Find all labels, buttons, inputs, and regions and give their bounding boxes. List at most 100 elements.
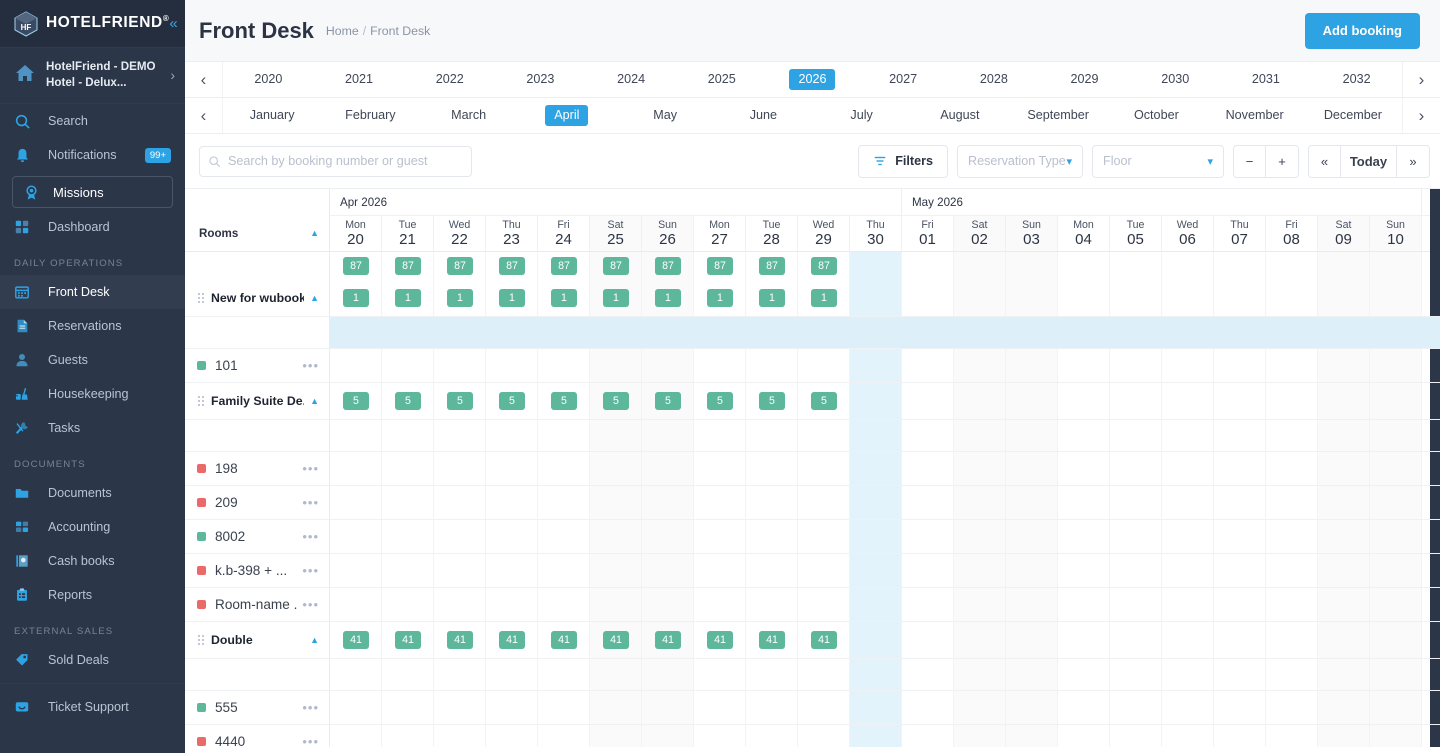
ellipsis-icon[interactable]: ••• <box>298 598 319 611</box>
sidebar-item-accounting[interactable]: Accounting <box>0 510 185 544</box>
availability-badge[interactable]: 87 <box>447 257 473 275</box>
timeline-cell[interactable]: 87 <box>694 257 746 275</box>
availability-badge[interactable]: 87 <box>343 257 369 275</box>
timeline-cell[interactable]: 1 <box>538 289 590 307</box>
room-row[interactable]: k.b-398 + ... ••• <box>185 554 329 588</box>
month-cell-september[interactable]: September <box>1009 98 1107 133</box>
day-header-cell[interactable]: Tue 21 <box>382 216 434 251</box>
availability-badge[interactable]: 41 <box>759 631 785 649</box>
month-prev-icon[interactable]: ‹ <box>185 98 223 133</box>
sidebar-item-front-desk[interactable]: Front Desk <box>0 275 185 309</box>
availability-badge[interactable]: 41 <box>395 631 421 649</box>
today-button[interactable]: Today <box>1341 145 1397 177</box>
room-row[interactable]: 101 ••• <box>185 349 329 383</box>
timeline-cell[interactable]: 41 <box>538 631 590 649</box>
timeline-cell[interactable]: 5 <box>330 392 382 410</box>
timeline-cell[interactable]: 1 <box>330 289 382 307</box>
timeline-cell[interactable]: 5 <box>382 392 434 410</box>
timeline-cell[interactable]: 1 <box>382 289 434 307</box>
year-cell-2025[interactable]: 2025 <box>676 62 767 97</box>
drag-handle-icon[interactable] <box>197 292 206 304</box>
timeline-cell[interactable]: 1 <box>642 289 694 307</box>
drag-handle-icon[interactable] <box>197 395 206 407</box>
day-header-cell[interactable]: Mon 04 <box>1058 216 1110 251</box>
availability-badge[interactable]: 5 <box>343 392 369 410</box>
day-header-cell[interactable]: Fri 01 <box>902 216 954 251</box>
room-row[interactable]: 198 ••• <box>185 452 329 486</box>
sidebar-logo[interactable]: HF HOTELFRIEND® « <box>0 0 185 47</box>
availability-badge[interactable]: 5 <box>447 392 473 410</box>
availability-badge[interactable]: 5 <box>811 392 837 410</box>
day-header-cell[interactable]: Sat 09 <box>1318 216 1370 251</box>
day-header-cell[interactable]: Fri 24 <box>538 216 590 251</box>
availability-badge[interactable]: 5 <box>499 392 525 410</box>
ellipsis-icon[interactable]: ••• <box>298 496 319 509</box>
sidebar-item-dashboard[interactable]: Dashboard <box>0 210 185 244</box>
availability-badge[interactable]: 41 <box>655 631 681 649</box>
year-cell-2020[interactable]: 2020 <box>223 62 314 97</box>
ellipsis-icon[interactable]: ••• <box>298 530 319 543</box>
availability-badge[interactable]: 41 <box>447 631 473 649</box>
sidebar-item-guests[interactable]: Guests <box>0 343 185 377</box>
timeline-cell[interactable]: 41 <box>746 631 798 649</box>
timeline-cell[interactable]: 41 <box>642 631 694 649</box>
year-cell-2028[interactable]: 2028 <box>949 62 1040 97</box>
ellipsis-icon[interactable]: ••• <box>298 735 319 748</box>
timeline-cell[interactable]: 5 <box>694 392 746 410</box>
availability-badge[interactable]: 1 <box>759 289 785 307</box>
timeline-cell[interactable]: 87 <box>746 257 798 275</box>
nav-next-button[interactable]: » <box>1397 145 1429 177</box>
year-cell-2024[interactable]: 2024 <box>586 62 677 97</box>
month-cell-january[interactable]: January <box>223 98 321 133</box>
timeline-cell[interactable]: 5 <box>642 392 694 410</box>
availability-badge[interactable]: 1 <box>395 289 421 307</box>
availability-badge[interactable]: 41 <box>603 631 629 649</box>
availability-badge[interactable]: 87 <box>395 257 421 275</box>
availability-badge[interactable]: 41 <box>551 631 577 649</box>
availability-badge[interactable]: 87 <box>759 257 785 275</box>
add-booking-button[interactable]: Add booking <box>1304 12 1420 49</box>
breadcrumb-home[interactable]: Home <box>326 24 359 38</box>
availability-badge[interactable]: 87 <box>811 257 837 275</box>
timeline-cell[interactable]: 87 <box>590 257 642 275</box>
ellipsis-icon[interactable]: ••• <box>298 462 319 475</box>
day-header-cell[interactable]: Thu 07 <box>1214 216 1266 251</box>
timeline-cell[interactable]: 41 <box>590 631 642 649</box>
availability-badge[interactable]: 87 <box>499 257 525 275</box>
day-header-cell[interactable]: Sat 25 <box>590 216 642 251</box>
sidebar-item-documents[interactable]: Documents <box>0 476 185 510</box>
day-header-cell[interactable]: Wed 22 <box>434 216 486 251</box>
room-row[interactable]: 8002 ••• <box>185 520 329 554</box>
availability-badge[interactable]: 87 <box>707 257 733 275</box>
room-row[interactable]: 555 ••• <box>185 691 329 725</box>
sidebar-item-reports[interactable]: Reports <box>0 578 185 612</box>
availability-badge[interactable]: 1 <box>811 289 837 307</box>
sidebar-item-sold-deals[interactable]: Sold Deals <box>0 643 185 677</box>
year-cell-2026[interactable]: 2026 <box>767 62 858 97</box>
floor-select[interactable]: Floor ▾ <box>1092 144 1224 178</box>
timeline-cell[interactable]: 5 <box>798 392 850 410</box>
caret-up-icon[interactable]: ▲ <box>304 635 319 645</box>
sidebar-item-reservations[interactable]: Reservations <box>0 309 185 343</box>
year-cell-2030[interactable]: 2030 <box>1130 62 1221 97</box>
timeline-cell[interactable]: 41 <box>382 631 434 649</box>
room-row[interactable]: 4440 ••• <box>185 725 329 747</box>
timeline-cell[interactable]: 5 <box>590 392 642 410</box>
availability-badge[interactable]: 5 <box>395 392 421 410</box>
availability-badge[interactable]: 1 <box>447 289 473 307</box>
room-row[interactable]: Room-name ... ••• <box>185 588 329 622</box>
room-row[interactable]: 209 ••• <box>185 486 329 520</box>
search-box[interactable] <box>199 145 472 177</box>
timeline-cell[interactable]: 1 <box>694 289 746 307</box>
timeline-cell[interactable]: 41 <box>694 631 746 649</box>
reservation-type-select[interactable]: Reservation Type ▾ <box>957 144 1083 178</box>
timeline-cell[interactable]: 41 <box>434 631 486 649</box>
search-input[interactable] <box>228 154 463 168</box>
year-cell-2032[interactable]: 2032 <box>1311 62 1402 97</box>
sidebar-item-cash-books[interactable]: Cash books <box>0 544 185 578</box>
sidebar-item-housekeeping[interactable]: Housekeeping <box>0 377 185 411</box>
ellipsis-icon[interactable]: ••• <box>298 564 319 577</box>
sidebar-item-ticket-support[interactable]: Ticket Support <box>0 690 185 724</box>
year-cell-2031[interactable]: 2031 <box>1221 62 1312 97</box>
timeline-cell[interactable]: 5 <box>746 392 798 410</box>
